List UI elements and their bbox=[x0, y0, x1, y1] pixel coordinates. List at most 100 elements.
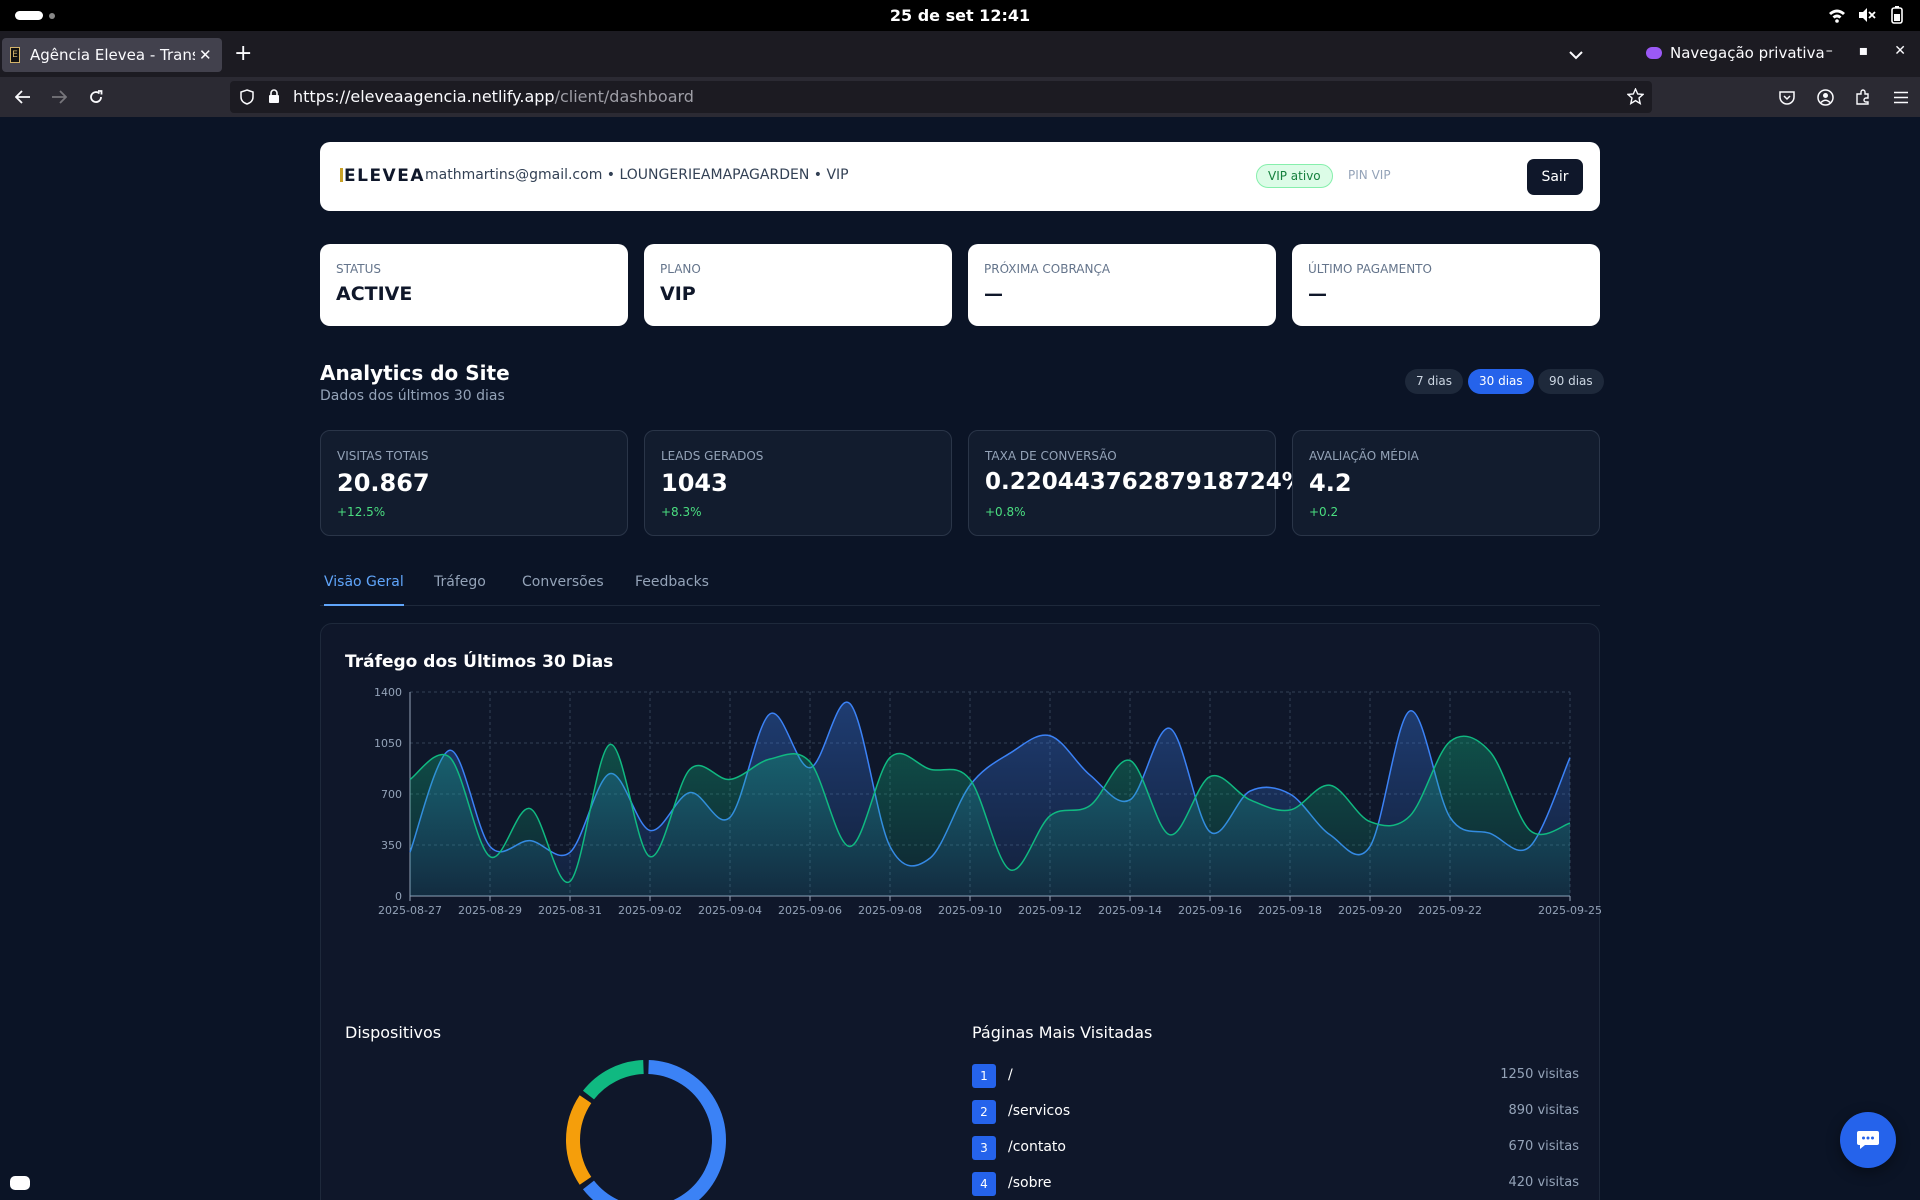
metric-value: 1043 bbox=[661, 469, 728, 497]
battery-icon[interactable] bbox=[1888, 6, 1906, 24]
donut-slice[interactable] bbox=[582, 1060, 644, 1100]
metric-card-leads: LEADS GERADOS 1043 +8.3% bbox=[644, 430, 952, 536]
top-page-row[interactable]: 2 /servicos 890 visitas bbox=[972, 1100, 1579, 1124]
browser-tab-strip: E Agência Elevea - Transformando ✕ + Nav… bbox=[0, 31, 1920, 77]
donut-slice[interactable] bbox=[582, 1060, 726, 1200]
top-page-row[interactable]: 4 /sobre 420 visitas bbox=[972, 1172, 1579, 1196]
top-page-row[interactable]: 1 / 1250 visitas bbox=[972, 1064, 1579, 1088]
traffic-chart-card: Tráfego dos Últimos 30 Dias 0 350 700 1050 1… bbox=[320, 623, 1601, 1200]
metric-delta: +0.2 bbox=[1309, 505, 1339, 519]
menu-hamburger-icon[interactable] bbox=[1890, 86, 1912, 108]
address-bar[interactable]: https://eleveaagencia.netlify.app/client… bbox=[230, 81, 1652, 113]
shield-icon[interactable] bbox=[240, 89, 254, 109]
metric-value: 0.22044376287918724% bbox=[985, 469, 1305, 495]
x-tick-label: 2025-09-18 bbox=[1258, 904, 1322, 917]
wifi-icon[interactable] bbox=[1828, 6, 1846, 24]
donut-slice[interactable] bbox=[566, 1095, 592, 1185]
tab-feedbacks[interactable]: Feedbacks bbox=[635, 574, 709, 606]
page-rank-badge: 4 bbox=[972, 1172, 996, 1196]
client-header: ELEVEA mathmartins@gmail.com • LOUNGERIE… bbox=[320, 142, 1600, 211]
pocket-icon[interactable] bbox=[1776, 86, 1798, 108]
page-path: /sobre bbox=[1008, 1175, 1052, 1191]
top-pages-title: Páginas Mais Visitadas bbox=[972, 1023, 1153, 1042]
devices-donut-chart[interactable] bbox=[321, 624, 961, 1200]
page-visits: 670 visitas bbox=[1508, 1139, 1579, 1154]
analytics-subtitle: Dados dos últimos 30 dias bbox=[320, 388, 505, 404]
close-tab-icon[interactable]: ✕ bbox=[199, 46, 212, 64]
extensions-icon[interactable] bbox=[1852, 86, 1874, 108]
status-card: STATUS ACTIVE bbox=[320, 244, 628, 326]
private-mask-icon bbox=[1646, 47, 1662, 59]
bookmark-star-icon[interactable] bbox=[1626, 87, 1645, 109]
lock-icon[interactable] bbox=[268, 89, 280, 108]
vip-status-badge: VIP ativo bbox=[1256, 164, 1333, 188]
x-tick-label: 2025-09-12 bbox=[1018, 904, 1082, 917]
private-browsing-indicator: Navegação privativa bbox=[1646, 44, 1825, 62]
reload-icon[interactable] bbox=[85, 86, 107, 108]
metric-label: TAXA DE CONVERSÃO bbox=[985, 449, 1117, 463]
forward-arrow-icon[interactable] bbox=[48, 86, 70, 108]
metric-card-rating: AVALIAÇÃO MÉDIA 4.2 +0.2 bbox=[1292, 430, 1600, 536]
status-card-value: ACTIVE bbox=[336, 283, 413, 305]
chat-button[interactable] bbox=[1840, 1112, 1896, 1168]
notification-indicator[interactable] bbox=[10, 1176, 30, 1190]
volume-muted-icon[interactable] bbox=[1858, 6, 1876, 24]
private-browsing-label: Navegação privativa bbox=[1670, 44, 1825, 62]
page-path: /contato bbox=[1008, 1139, 1066, 1155]
dashboard-page: ELEVEA mathmartins@gmail.com • LOUNGERIE… bbox=[0, 117, 1920, 1200]
maximize-window-icon[interactable]: ▪ bbox=[1859, 43, 1869, 59]
url-path: /client/dashboard bbox=[554, 87, 694, 106]
plan-card-value: VIP bbox=[660, 283, 696, 305]
metric-value: 4.2 bbox=[1309, 469, 1352, 497]
browser-nav-bar: https://eleveaagencia.netlify.app/client… bbox=[0, 77, 1920, 117]
x-tick-label: 2025-09-25 bbox=[1538, 904, 1601, 917]
page-rank-badge: 2 bbox=[972, 1100, 996, 1124]
tab-overview[interactable]: Visão Geral bbox=[324, 574, 404, 606]
pin-vip-label[interactable]: PIN VIP bbox=[1348, 168, 1391, 182]
user-info: mathmartins@gmail.com • LOUNGERIEAMAPAGA… bbox=[425, 167, 849, 183]
analytics-tabs: Visão Geral Tráfego Conversões Feedbacks bbox=[320, 562, 1600, 606]
metric-delta: +12.5% bbox=[337, 505, 386, 519]
new-tab-button[interactable]: + bbox=[234, 43, 252, 65]
metric-label: LEADS GERADOS bbox=[661, 449, 764, 463]
browser-tab[interactable]: E Agência Elevea - Transformando ✕ bbox=[2, 38, 222, 72]
metric-value: 20.867 bbox=[337, 469, 430, 497]
elevea-logo[interactable]: ELEVEA bbox=[340, 166, 425, 186]
tab-traffic[interactable]: Tráfego bbox=[434, 574, 486, 606]
chat-bubble-icon bbox=[1857, 1131, 1879, 1149]
list-tabs-chevron-icon[interactable] bbox=[1569, 45, 1583, 64]
metric-label: AVALIAÇÃO MÉDIA bbox=[1309, 449, 1419, 463]
metric-delta: +8.3% bbox=[661, 505, 702, 519]
close-window-icon[interactable]: ✕ bbox=[1894, 43, 1906, 59]
next-billing-label: PRÓXIMA COBRANÇA bbox=[984, 262, 1111, 276]
metric-card-visits: VISITAS TOTAIS 20.867 +12.5% bbox=[320, 430, 628, 536]
page-visits: 420 visitas bbox=[1508, 1175, 1579, 1190]
page-path: /servicos bbox=[1008, 1103, 1071, 1119]
os-top-bar: 25 de set 12:41 bbox=[0, 0, 1920, 31]
metric-card-conversion: TAXA DE CONVERSÃO 0.22044376287918724% +… bbox=[968, 430, 1305, 536]
back-arrow-icon[interactable] bbox=[12, 86, 34, 108]
metric-delta: +0.8% bbox=[985, 505, 1026, 519]
top-page-row[interactable]: 3 /contato 670 visitas bbox=[972, 1136, 1579, 1160]
url-host: https://eleveaagencia.netlify.app bbox=[293, 87, 555, 106]
logout-button[interactable]: Sair bbox=[1527, 159, 1583, 195]
x-tick-label: 2025-09-14 bbox=[1098, 904, 1162, 917]
os-clock[interactable]: 25 de set 12:41 bbox=[0, 6, 1920, 25]
range-30-days-button[interactable]: 30 dias bbox=[1468, 369, 1534, 394]
next-billing-card: PRÓXIMA COBRANÇA — bbox=[968, 244, 1276, 326]
x-tick-label: 2025-09-22 bbox=[1418, 904, 1482, 917]
page-visits: 890 visitas bbox=[1508, 1103, 1579, 1118]
page-rank-badge: 1 bbox=[972, 1064, 996, 1088]
page-rank-badge: 3 bbox=[972, 1136, 996, 1160]
range-7-days-button[interactable]: 7 dias bbox=[1405, 369, 1464, 394]
logo-text: ELEVEA bbox=[344, 166, 425, 186]
tab-conversions[interactable]: Conversões bbox=[522, 574, 604, 606]
x-tick-label: 2025-09-16 bbox=[1178, 904, 1242, 917]
minimize-window-icon[interactable]: – bbox=[1826, 43, 1833, 59]
plan-card-label: PLANO bbox=[660, 262, 701, 276]
range-90-days-button[interactable]: 90 dias bbox=[1538, 369, 1604, 394]
browser-tab-title: Agência Elevea - Transformando bbox=[30, 46, 195, 64]
account-icon[interactable] bbox=[1814, 86, 1836, 108]
page-path: / bbox=[1008, 1067, 1013, 1083]
url-text[interactable]: https://eleveaagencia.netlify.app/client… bbox=[293, 87, 694, 106]
